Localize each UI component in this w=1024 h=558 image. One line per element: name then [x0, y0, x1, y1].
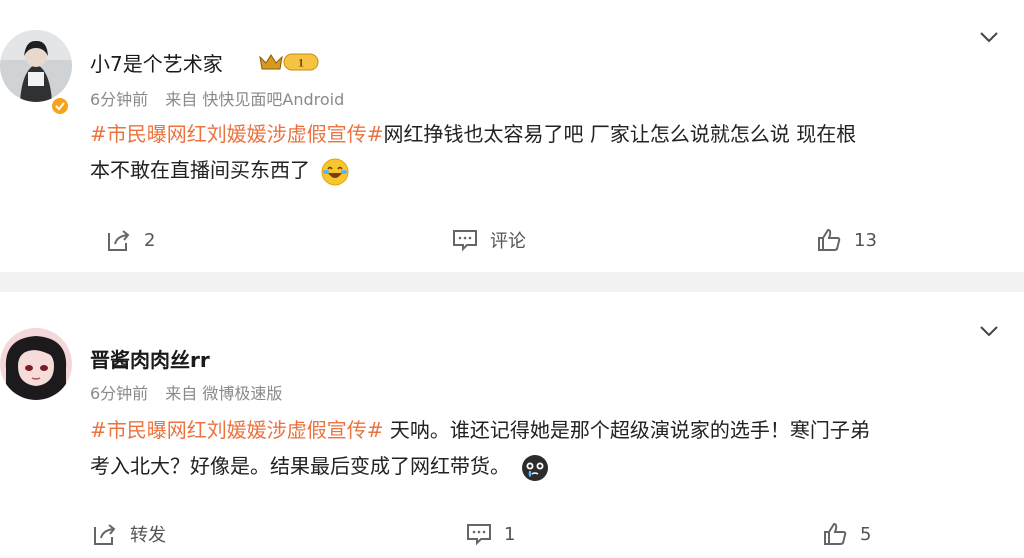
divider	[0, 272, 1024, 292]
comment-count: 1	[504, 523, 516, 545]
comment-card: 晋酱肉肉丝rr 6分钟前 来自 微博极速版 #市民曝网红刘媛媛涉虚假宣传# 天呐…	[0, 292, 1024, 558]
forward-label: 转发	[130, 525, 166, 546]
forward-icon	[108, 230, 130, 251]
username[interactable]: 晋酱肉肉丝rr	[90, 344, 210, 373]
laugh-cry-emoji-icon	[320, 157, 350, 187]
source-label: 来自 微博极速版	[165, 384, 283, 403]
hashtag-link[interactable]: #市民曝网红刘媛媛涉虚假宣传#	[90, 418, 384, 442]
level-badge-icon: 1	[258, 51, 320, 73]
username[interactable]: 小7是个艺术家	[90, 48, 223, 77]
content-text: 天呐。谁还记得她是那个超级演说家的选手！寒门子弟	[383, 418, 870, 442]
timestamp: 6分钟前	[90, 384, 149, 403]
like-count: 13	[854, 229, 877, 251]
thumbs-up-icon	[818, 228, 841, 251]
comment-label: 评论	[490, 231, 526, 252]
forward-count: 2	[144, 229, 156, 251]
comment-meta: 6分钟前 来自 微博极速版	[90, 380, 294, 404]
avatar[interactable]	[0, 328, 72, 400]
crying-emoji-icon	[520, 453, 550, 483]
content-line-1: #市民曝网红刘媛媛涉虚假宣传# 天呐。谁还记得她是那个超级演说家的选手！寒门子弟	[90, 412, 990, 448]
comment-meta: 6分钟前 来自 快快见面吧Android	[90, 86, 356, 110]
svg-text:1: 1	[298, 56, 304, 70]
comment-icon	[467, 524, 491, 546]
content-text: 网红挣钱也太容易了吧 厂家让怎么说就怎么说 现在根	[383, 122, 857, 146]
comment-button[interactable]: 1	[466, 514, 515, 554]
comment-content: #市民曝网红刘媛媛涉虚假宣传#网红挣钱也太容易了吧 厂家让怎么说就怎么说 现在根…	[90, 116, 990, 188]
comment-button[interactable]: 评论	[452, 220, 526, 260]
avatar[interactable]	[0, 30, 72, 102]
verified-badge-icon	[50, 96, 70, 116]
action-bar: 2 评论 13	[0, 220, 1024, 260]
chevron-down-icon[interactable]	[978, 320, 1000, 342]
timestamp: 6分钟前	[90, 90, 149, 109]
content-line-2: 本不敢在直播间买东西了	[90, 152, 990, 188]
forward-button[interactable]: 转发	[92, 514, 166, 554]
source-label: 来自 快快见面吧Android	[165, 90, 345, 109]
content-line-1: #市民曝网红刘媛媛涉虚假宣传#网红挣钱也太容易了吧 厂家让怎么说就怎么说 现在根	[90, 116, 990, 152]
hashtag-link[interactable]: #市民曝网红刘媛媛涉虚假宣传#	[90, 122, 384, 146]
weibo-comment-feed: 小7是个艺术家 1 6分钟前 来自 快快见面吧Android #市民曝网红刘媛媛…	[0, 0, 1024, 558]
thumbs-up-icon	[824, 522, 847, 545]
comment-card: 小7是个艺术家 1 6分钟前 来自 快快见面吧Android #市民曝网红刘媛媛…	[0, 0, 1024, 272]
content-text: 考入北大？好像是。结果最后变成了网红带货。	[90, 454, 510, 478]
like-button[interactable]: 5	[822, 514, 871, 554]
chevron-down-icon[interactable]	[978, 26, 1000, 48]
forward-icon	[94, 524, 116, 545]
content-line-2: 考入北大？好像是。结果最后变成了网红带货。	[90, 448, 990, 484]
content-text: 本不敢在直播间买东西了	[90, 158, 310, 182]
comment-icon	[453, 230, 477, 252]
forward-button[interactable]: 2	[106, 220, 155, 260]
like-button[interactable]: 13	[816, 220, 877, 260]
comment-content: #市民曝网红刘媛媛涉虚假宣传# 天呐。谁还记得她是那个超级演说家的选手！寒门子弟…	[90, 412, 990, 484]
action-bar: 转发 1 5	[0, 514, 1024, 554]
like-count: 5	[860, 523, 872, 545]
